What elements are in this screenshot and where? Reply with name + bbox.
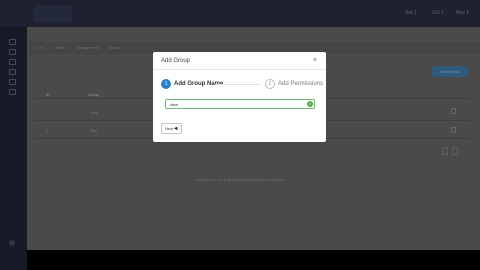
trash-icon[interactable] [451, 127, 456, 133]
step-connector [215, 84, 261, 85]
next-button[interactable]: Next [161, 123, 182, 134]
sidebar-dot [9, 240, 15, 246]
step-2-label: Add Permissions [278, 81, 324, 87]
logo[interactable] [34, 5, 72, 22]
modal-title: Add Group [161, 58, 191, 64]
check-circle-icon: ✓ [307, 101, 313, 107]
group-name-value[interactable]: New [170, 101, 178, 108]
sidebar-icon[interactable] [9, 49, 16, 55]
sidebar-icon[interactable] [9, 39, 16, 45]
trash-icon[interactable] [451, 108, 456, 114]
modal-divider [153, 69, 326, 70]
sidebar-icon[interactable] [9, 89, 16, 95]
topbar-item[interactable]: Set 1 [405, 9, 417, 18]
bottom-strip [27, 250, 480, 270]
group-name-input[interactable]: New ✓ [165, 99, 315, 109]
table-header-group: Group [88, 92, 100, 97]
add-group-modal: Add Group × 1 Add Group Name 2 Add Permi… [153, 52, 326, 142]
pagination-prev[interactable] [442, 147, 448, 155]
pagination-next[interactable] [452, 147, 458, 155]
add-group-button[interactable]: Add Group [432, 66, 468, 77]
row-id: 1 [46, 128, 49, 133]
app-frame: Set 1 Oct 1 Nov 1 Home Admin Management … [0, 0, 480, 270]
sidebar-icon[interactable] [9, 59, 16, 65]
table-header-id: ID [46, 92, 50, 97]
row-group-name: Test [90, 110, 98, 115]
topbar-item[interactable]: Nov 1 [456, 9, 469, 18]
sidebar-icon[interactable] [9, 79, 16, 85]
step-2-indicator: 2 [265, 79, 275, 89]
close-icon[interactable]: × [313, 57, 317, 64]
row-group-name: Test [90, 128, 98, 133]
breadcrumb-item[interactable]: Home [34, 45, 45, 51]
top-bar: Set 1 Oct 1 Nov 1 [0, 0, 480, 27]
breadcrumb-item[interactable]: Admin [55, 45, 66, 51]
breadcrumb-item[interactable]: Management [76, 45, 99, 51]
footer-copyright: Copyright © 2019 All Rights Reserved by … [194, 177, 286, 182]
sidebar-icon[interactable] [9, 69, 16, 75]
breadcrumb-item: Groups [108, 45, 122, 50]
sidebar [0, 27, 27, 270]
topbar-item[interactable]: Oct 1 [432, 9, 444, 18]
step-1-indicator: 1 [161, 79, 171, 89]
